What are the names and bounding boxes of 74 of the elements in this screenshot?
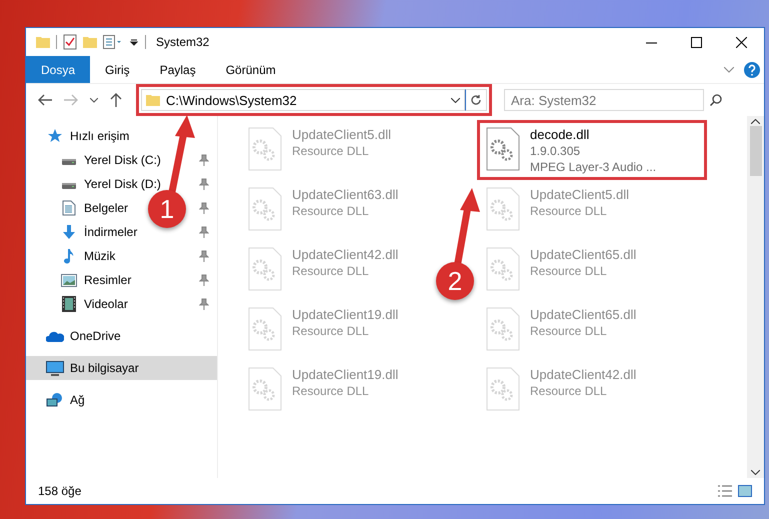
scrollbar[interactable] bbox=[747, 116, 764, 478]
gear-file-icon bbox=[248, 367, 282, 411]
details-view-icon[interactable] bbox=[718, 485, 732, 497]
nav-item[interactable]: OneDrive bbox=[26, 324, 217, 348]
pin-icon[interactable] bbox=[199, 226, 209, 238]
gear-file-icon bbox=[486, 127, 520, 171]
file-name[interactable]: decode.dll bbox=[530, 127, 656, 142]
film-icon bbox=[62, 296, 76, 312]
back-arrow-icon[interactable] bbox=[38, 94, 52, 106]
file-detail: Resource DLL bbox=[292, 384, 370, 398]
nav-item[interactable]: Belgeler bbox=[26, 196, 134, 220]
gear-file-icon bbox=[486, 367, 520, 411]
gear-file-icon bbox=[248, 247, 282, 291]
file-detail: Resource DLL bbox=[292, 144, 370, 158]
chevron-down-icon[interactable] bbox=[451, 98, 460, 102]
search-icon[interactable] bbox=[710, 94, 722, 106]
gear-file-icon bbox=[248, 187, 282, 231]
pin-icon[interactable] bbox=[199, 250, 209, 262]
file-detail: Resource DLL bbox=[292, 204, 370, 218]
file-detail: Resource DLL bbox=[530, 204, 608, 218]
picture-icon bbox=[61, 274, 77, 286]
star-icon bbox=[47, 128, 63, 144]
pin-icon[interactable] bbox=[199, 178, 209, 190]
caret-icon[interactable] bbox=[129, 37, 139, 47]
gear-file-icon bbox=[486, 247, 520, 291]
network-icon bbox=[46, 392, 64, 408]
chevron-down-icon[interactable] bbox=[751, 470, 760, 475]
properties-icon[interactable] bbox=[103, 35, 123, 49]
pin-icon[interactable] bbox=[199, 274, 209, 286]
checklist-icon[interactable] bbox=[63, 34, 77, 50]
nav-item[interactable]: Resimler bbox=[26, 268, 138, 292]
folder-icon bbox=[146, 93, 160, 107]
nav-item[interactable]: Videolar bbox=[26, 292, 134, 316]
ribbon-tab[interactable]: Paylaş bbox=[144, 56, 211, 83]
nav-item[interactable]: Yerel Disk (C:) bbox=[26, 148, 167, 172]
nav-item[interactable]: Müzik bbox=[26, 244, 122, 268]
chevron-up-icon[interactable] bbox=[751, 119, 760, 124]
file-detail: Resource DLL bbox=[530, 264, 608, 278]
file-detail: Resource DLL bbox=[292, 264, 370, 278]
nav-item[interactable]: İndirmeler bbox=[26, 220, 144, 244]
item-count: 158 öğe bbox=[38, 484, 82, 498]
refresh-button[interactable] bbox=[465, 89, 487, 111]
gear-file-icon bbox=[248, 127, 282, 171]
file-detail: 1.9.0.305 bbox=[530, 144, 582, 158]
search-field[interactable]: Ara: System32 bbox=[504, 89, 704, 111]
monitor-icon bbox=[46, 360, 64, 376]
pin-icon[interactable] bbox=[199, 154, 209, 166]
down-arrow-icon bbox=[61, 224, 77, 240]
gear-file-icon bbox=[486, 187, 520, 231]
music-note-icon bbox=[63, 248, 75, 264]
nav-item[interactable]: Ağ bbox=[26, 388, 217, 412]
ribbon-tab[interactable]: Giriş bbox=[90, 56, 145, 83]
gear-file-icon bbox=[248, 307, 282, 351]
scrollbar-thumb[interactable] bbox=[750, 126, 762, 176]
pin-icon[interactable] bbox=[199, 202, 209, 214]
window-title: System32 bbox=[156, 35, 210, 49]
nav-item[interactable]: Bu bilgisayar bbox=[26, 356, 217, 380]
file-detail: Resource DLL bbox=[292, 324, 370, 338]
ribbon-tab[interactable]: Dosya bbox=[26, 56, 90, 83]
gear-file-icon bbox=[486, 307, 520, 351]
document-icon bbox=[62, 200, 76, 216]
cloud-icon bbox=[46, 330, 64, 342]
address-field[interactable]: C:\Windows\System32 bbox=[141, 89, 465, 111]
refresh-icon bbox=[470, 94, 482, 106]
file-detail: Resource DLL bbox=[530, 324, 608, 338]
file-detail: MPEG Layer-3 Audio ... bbox=[530, 160, 656, 174]
thumbnail-view-icon[interactable] bbox=[738, 485, 752, 497]
nav-item[interactable]: Hızlı erişim bbox=[26, 124, 217, 148]
help-icon[interactable] bbox=[744, 62, 760, 78]
up-arrow-icon[interactable] bbox=[110, 93, 122, 107]
file-detail: Resource DLL bbox=[530, 384, 608, 398]
chevron-down-icon[interactable] bbox=[90, 98, 98, 102]
pin-icon[interactable] bbox=[199, 298, 209, 310]
ribbon-tab[interactable]: Görünüm bbox=[210, 56, 291, 83]
